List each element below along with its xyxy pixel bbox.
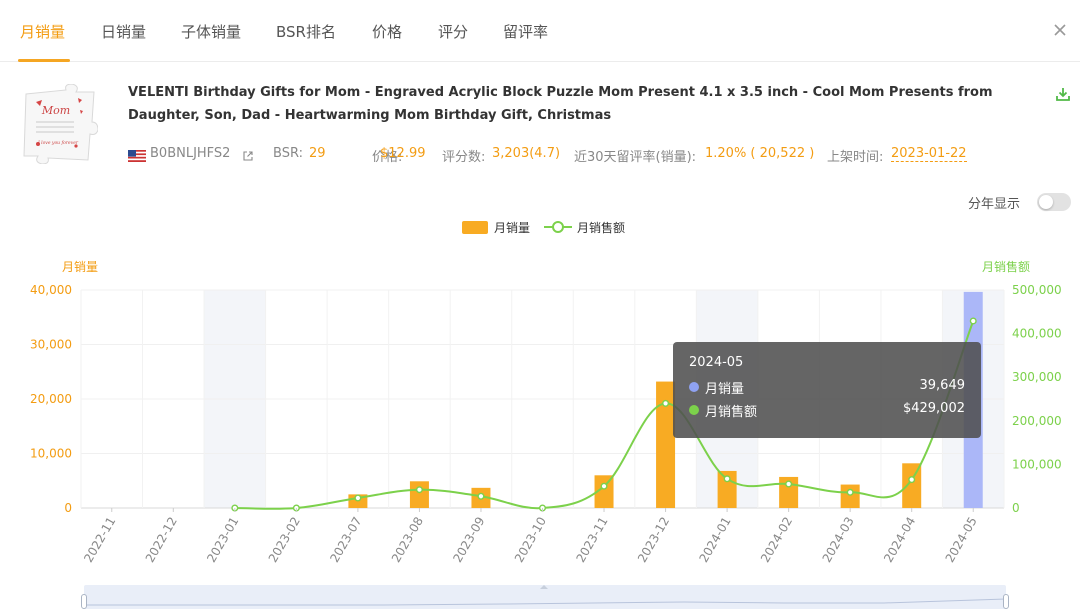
y-left-tick-label: 10,000	[30, 447, 72, 461]
zoom-preview-line	[84, 598, 1006, 606]
bar-monthly-sales	[840, 484, 860, 508]
tooltip-label: 月销量	[705, 382, 745, 397]
point-monthly-revenue	[846, 488, 854, 496]
x-tick-label: 2023-11	[573, 515, 610, 565]
y-right-tick-label: 0	[1012, 501, 1020, 515]
y-right-tick-label: 300,000	[1012, 370, 1062, 384]
point-monthly-revenue	[969, 317, 977, 325]
point-monthly-revenue	[477, 492, 485, 500]
tooltip-label: 月销售额	[705, 405, 758, 420]
x-tick-label: 2024-03	[820, 515, 857, 565]
x-tick-label: 2023-07	[327, 515, 364, 565]
x-tick-label: 2024-02	[758, 515, 795, 565]
point-monthly-revenue	[785, 480, 793, 488]
y-left-axis-label: 月销量	[62, 260, 98, 274]
x-tick-label: 2023-12	[635, 515, 672, 565]
tooltip-dot	[689, 382, 699, 392]
zoom-grip-icon[interactable]	[539, 585, 549, 589]
zoom-end-handle[interactable]	[1003, 594, 1009, 609]
y-left-tick-label: 20,000	[30, 392, 72, 406]
zoom-start-handle[interactable]	[81, 594, 87, 609]
x-tick-label: 2023-08	[389, 515, 426, 565]
y-left-tick-label: 30,000	[30, 338, 72, 352]
x-tick-label: 2022-12	[143, 515, 180, 565]
point-monthly-revenue	[600, 482, 608, 490]
tooltip-value: $429,002	[902, 401, 965, 416]
y-left-tick-label: 0	[64, 501, 72, 515]
tooltip-value: 39,649	[919, 378, 966, 393]
x-tick-label: 2022-11	[81, 515, 118, 565]
y-right-tick-label: 200,000	[1012, 414, 1062, 428]
x-tick-label: 2023-10	[512, 515, 549, 565]
point-monthly-revenue	[662, 399, 670, 407]
point-monthly-revenue	[354, 494, 362, 502]
bar-monthly-sales	[409, 481, 429, 508]
point-monthly-revenue	[415, 486, 423, 494]
x-tick-label: 2023-09	[450, 515, 487, 565]
x-tick-label: 2024-05	[943, 515, 980, 565]
x-tick-label: 2023-01	[204, 515, 241, 565]
sales-chart: 0 10,000 20,000 30,000 40,000 0 100,000 200,000…	[30, 259, 1062, 565]
chart-tooltip: 2024-05 月销量 39,649 月销售额 $429,002	[673, 342, 981, 438]
tooltip-title: 2024-05	[689, 355, 744, 370]
tooltip-row-sales: 月销量 39,649	[689, 378, 966, 397]
x-tick-label: 2024-04	[881, 515, 918, 565]
y-right-tick-label: 500,000	[1012, 283, 1062, 297]
y-right-tick-label: 100,000	[1012, 457, 1062, 471]
point-monthly-revenue	[723, 475, 731, 483]
data-zoom-slider[interactable]	[81, 585, 1009, 609]
x-tick-label: 2023-02	[266, 515, 303, 565]
tooltip-row-revenue: 月销售额 $429,002	[689, 401, 965, 420]
y-right-tick-label: 400,000	[1012, 327, 1062, 341]
y-left-tick-label: 40,000	[30, 283, 72, 297]
x-tick-label: 2024-01	[697, 515, 734, 565]
tooltip-dot	[689, 405, 699, 415]
y-right-axis-label: 月销售额	[982, 259, 1030, 274]
point-monthly-revenue	[908, 476, 916, 484]
